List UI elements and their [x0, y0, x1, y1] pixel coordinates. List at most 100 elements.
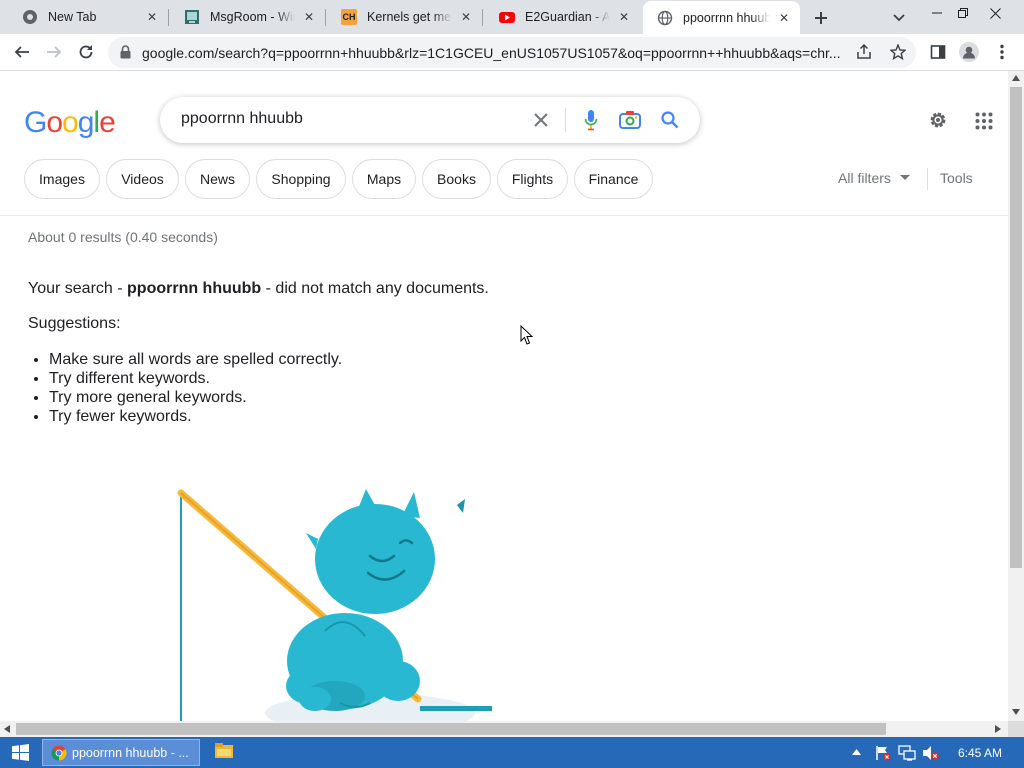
tab-google-search[interactable]: ppoorrnn hhuubb - Google Search ✕ [643, 1, 800, 34]
suggestion-item: Try more general keywords. [49, 388, 342, 407]
scroll-right-arrow-icon[interactable] [995, 725, 1001, 733]
mouse-cursor-icon [520, 325, 534, 345]
new-tab-button[interactable] [808, 6, 834, 30]
google-logo[interactable]: Google [24, 106, 116, 140]
search-term: ppoorrnn hhuubb [127, 280, 262, 297]
system-clock[interactable]: 6:45 AM [958, 746, 1002, 760]
tab-title: Kernels get messed up [367, 10, 452, 24]
settings-gear-icon[interactable] [927, 109, 949, 136]
google-apps-icon[interactable] [975, 112, 993, 135]
tab-separator [482, 9, 483, 26]
close-icon[interactable]: ✕ [776, 10, 792, 26]
tab-title: ppoorrnn hhuubb - Google Search [683, 10, 770, 25]
tab-title: New Tab [48, 10, 97, 24]
share-icon[interactable] [856, 43, 872, 65]
header-divider [0, 215, 1008, 216]
taskbar-chrome-window[interactable]: ppoorrnn hhuubb - ... [42, 739, 200, 766]
close-icon[interactable]: ✕ [616, 9, 632, 25]
minimize-icon [932, 12, 942, 14]
file-explorer-icon[interactable] [214, 742, 236, 762]
windows-taskbar: ppoorrnn hhuubb - ... 6:45 AM [0, 737, 1024, 768]
scroll-up-arrow-icon[interactable] [1012, 75, 1020, 81]
tools-button[interactable]: Tools [940, 170, 973, 186]
browser-toolbar: google.com/search?q=ppoorrnn+hhuubb&rlz=… [0, 34, 1024, 71]
all-filters-button[interactable]: All filters [838, 170, 910, 186]
close-icon [989, 7, 1001, 19]
microphone-icon[interactable] [579, 108, 603, 132]
side-panel-icon [930, 45, 946, 59]
tab-strip: New Tab ✕ MsgRoom - Windows 93 ✕ CH Kern… [0, 0, 1024, 34]
url-text: google.com/search?q=ppoorrnn+hhuubb&rlz=… [142, 45, 841, 61]
bookmark-star-icon[interactable] [889, 43, 907, 65]
clear-search-icon[interactable] [529, 108, 553, 132]
tab-e2guardian[interactable]: E2Guardian - Access Denied ✕ [485, 0, 640, 34]
chrome-icon [51, 745, 67, 760]
reload-button[interactable] [72, 38, 100, 66]
tab-separator [168, 9, 169, 26]
search-input[interactable]: ppoorrnn hhuubb [181, 110, 303, 128]
tab-separator [325, 9, 326, 26]
filter-chip-flights[interactable]: Flights [497, 159, 568, 199]
scroll-down-arrow-icon[interactable] [1012, 709, 1020, 715]
flag-notification-icon[interactable] [875, 745, 891, 761]
filter-chip-images[interactable]: Images [24, 159, 100, 199]
restore-icon [958, 8, 968, 18]
address-bar[interactable]: google.com/search?q=ppoorrnn+hhuubb&rlz=… [108, 37, 916, 68]
tab-kernels[interactable]: CH Kernels get messed up ✕ [327, 0, 482, 34]
close-icon[interactable]: ✕ [458, 9, 474, 25]
no-match-message: Your search - ppoorrnn hhuubb - did not … [28, 280, 489, 297]
restore-button[interactable] [948, 0, 978, 26]
search-box[interactable]: ppoorrnn hhuubb [160, 97, 700, 143]
fishing-monster-illustration [177, 489, 492, 721]
avatar-icon [959, 42, 979, 62]
browser-menu-button[interactable] [988, 38, 1016, 66]
volume-muted-icon[interactable] [922, 745, 940, 761]
tab-search-button[interactable] [887, 8, 911, 28]
tab-title: MsgRoom - Windows 93 [210, 10, 295, 24]
youtube-icon [499, 9, 515, 25]
filter-chip-books[interactable]: Books [422, 159, 491, 199]
back-button[interactable] [8, 38, 36, 66]
camera-search-icon[interactable] [618, 108, 642, 132]
suggestion-item: Make sure all words are spelled correctl… [49, 350, 342, 369]
search-icon[interactable] [658, 108, 682, 132]
horizontal-scrollbar[interactable] [0, 721, 1008, 737]
vertical-scroll-thumb[interactable] [1010, 87, 1022, 568]
profile-button[interactable] [955, 38, 983, 66]
arrow-right-icon [47, 46, 62, 58]
tab-msgroom[interactable]: MsgRoom - Windows 93 ✕ [170, 0, 325, 34]
chevron-down-icon [893, 14, 905, 22]
filters-divider [927, 168, 928, 190]
network-icon[interactable] [898, 745, 916, 761]
taskbar-window-label: ppoorrnn hhuubb - ... [72, 745, 189, 760]
kebab-menu-icon [1000, 44, 1004, 60]
start-button[interactable] [4, 740, 36, 765]
suggestion-item: Try fewer keywords. [49, 407, 342, 426]
scroll-left-arrow-icon[interactable] [4, 725, 10, 733]
arrow-left-icon [14, 46, 29, 58]
filter-chip-videos[interactable]: Videos [106, 159, 179, 199]
filter-chip-maps[interactable]: Maps [352, 159, 416, 199]
filter-chip-shopping[interactable]: Shopping [256, 159, 346, 199]
close-window-button[interactable] [980, 0, 1010, 26]
tab-title: E2Guardian - Access Denied [525, 10, 610, 24]
lock-icon [120, 45, 131, 64]
close-icon[interactable]: ✕ [301, 9, 317, 25]
scrollbar-corner [1008, 721, 1024, 737]
side-panel-button[interactable] [924, 38, 952, 66]
ch-icon: CH [341, 9, 357, 25]
forward-button[interactable] [40, 38, 68, 66]
globe-icon [657, 10, 673, 26]
horizontal-scroll-thumb[interactable] [16, 723, 886, 735]
search-box-divider [565, 108, 566, 132]
chrome-icon [22, 9, 38, 25]
filter-chip-finance[interactable]: Finance [574, 159, 653, 199]
show-hidden-icons-icon[interactable] [852, 749, 861, 755]
filter-chip-news[interactable]: News [185, 159, 250, 199]
caret-down-icon [899, 175, 910, 180]
close-icon[interactable]: ✕ [144, 9, 160, 25]
tab-new-tab[interactable]: New Tab ✕ [8, 0, 168, 34]
msgroom-icon [184, 9, 200, 25]
vertical-scrollbar[interactable] [1008, 71, 1024, 721]
google-results-page: Google ppoorrnn hhuubb Images Videos New… [0, 71, 1008, 721]
